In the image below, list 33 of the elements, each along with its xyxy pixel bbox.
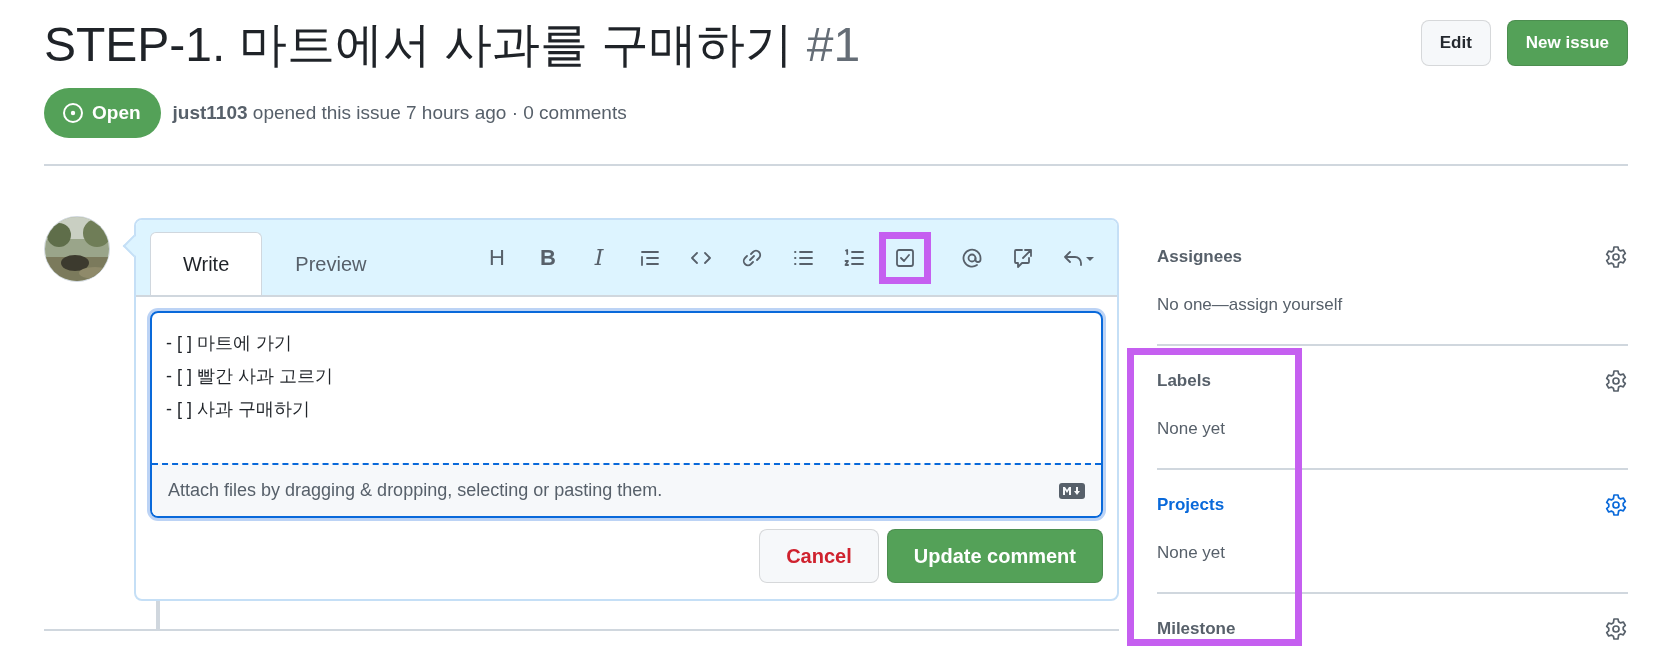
section-heading[interactable]: Projects (1157, 492, 1225, 518)
section-heading[interactable]: Milestone (1157, 616, 1236, 642)
settings-icon[interactable] (1604, 368, 1628, 393)
section-value: None yet (1157, 417, 1227, 440)
reference-icon[interactable] (1012, 246, 1034, 269)
update-comment-button[interactable]: Update comment (886, 529, 1103, 584)
section-heading[interactable]: Assignees (1157, 244, 1243, 270)
task-list-icon[interactable] (894, 246, 916, 269)
new-issue-button[interactable]: New issue (1506, 20, 1628, 66)
section-heading[interactable]: Labels (1157, 368, 1211, 394)
settings-icon[interactable] (1604, 616, 1628, 641)
settings-icon[interactable] (1604, 492, 1628, 517)
attach-hint: Attach files by dragging & dropping, selecting or pasting them. (168, 479, 663, 503)
italic-button[interactable]: I (576, 234, 622, 281)
mention-icon[interactable] (961, 246, 983, 269)
numbered-list-icon[interactable] (843, 246, 865, 269)
section-value: No one—assign yourself (1157, 293, 1344, 316)
editor-tab[interactable]: Write (150, 232, 263, 296)
text-line: - [ ] 사과 구매하기 (166, 398, 311, 422)
text-line: - [ ] 빨간 사과 고르기 (166, 365, 334, 389)
markdown-icon (1059, 482, 1085, 499)
edit-button[interactable]: Edit (1420, 20, 1491, 66)
status-badge: Open (44, 87, 161, 139)
comment-field[interactable]: - [ ] 마트에 가기 - [ ] 빨간 사과 고르기 - [ ] 사과 구매하기 Attach files by dragging & dropping, selecting or pasting them. (150, 311, 1103, 519)
heading-button[interactable]: H (474, 234, 520, 281)
section-value: None yet (1157, 541, 1227, 564)
bold-button[interactable]: B (525, 234, 571, 281)
cancel-button[interactable]: Cancel (759, 529, 879, 584)
issue-meta: just1103 opened this issue 7 hours ago · 0 comments (172, 100, 627, 125)
settings-icon[interactable] (1604, 244, 1628, 269)
text-line: - [ ] 마트에 가기 (166, 332, 293, 356)
issue-title: STEP-1. 마트에서 사과를 구매하기 #1 (44, 17, 861, 73)
editor-tab[interactable]: Preview (262, 232, 400, 296)
